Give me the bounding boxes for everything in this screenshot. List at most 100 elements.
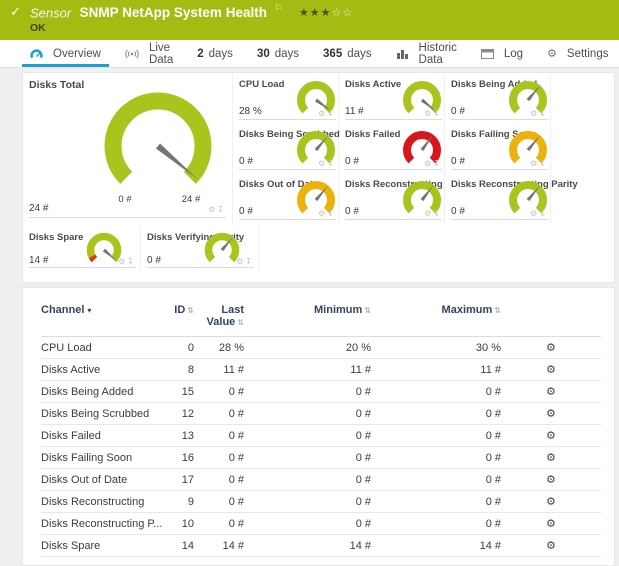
channel-settings-gear-icon[interactable]: ⚙ (546, 473, 556, 486)
channel-settings-gear-icon[interactable]: ⚙ (546, 495, 556, 508)
tab-365-days[interactable]: 365 days (311, 40, 383, 67)
pin-icon[interactable]: ↧ (245, 257, 252, 266)
pin-icon[interactable]: ↧ (127, 257, 134, 266)
gear-icon[interactable]: ⚙ (424, 159, 431, 168)
gauge-value: 0 # (239, 156, 253, 167)
sort-icon: ⇅ (494, 306, 501, 315)
table-row[interactable]: Disks Spare 14 14 # 14 # 14 # ⚙ (41, 535, 601, 557)
gear-icon[interactable]: ⚙ (530, 209, 537, 218)
gauge-value: 0 # (451, 106, 465, 117)
cell-channel: Disks Being Scrubbed (41, 403, 151, 425)
gear-icon[interactable]: ⚙ (118, 257, 125, 266)
cell-maximum: 11 # (371, 359, 501, 381)
tab-log[interactable]: Log (469, 40, 535, 67)
table-row[interactable]: Disks Reconstructing P... 10 0 # 0 # 0 #… (41, 513, 601, 535)
channel-settings-gear-icon[interactable]: ⚙ (546, 407, 556, 420)
gear-icon[interactable]: ⚙ (318, 109, 325, 118)
cell-minimum: 0 # (244, 403, 371, 425)
cell-maximum: 0 # (371, 425, 501, 447)
gauge-scale-max: 24 # (175, 194, 207, 205)
table-row[interactable]: Disks Active 8 11 # 11 # 11 # ⚙ (41, 359, 601, 381)
pin-icon[interactable]: ↧ (327, 209, 334, 218)
cell-channel: Disks Being Added (41, 381, 151, 403)
gauge-value: 24 # (29, 203, 48, 214)
table-row[interactable]: CPU Load 0 28 % 20 % 30 % ⚙ (41, 337, 601, 359)
col-header-maximum[interactable]: Maximum⇅ (371, 304, 501, 337)
ok-check-icon: ✓ (10, 5, 21, 20)
table-row[interactable]: Disks Out of Date 17 0 # 0 # 0 # ⚙ (41, 469, 601, 491)
cell-last-value: 0 # (194, 425, 244, 447)
pin-icon[interactable]: ↧ (433, 209, 440, 218)
tab-2-days[interactable]: 2 days (185, 40, 245, 67)
gauge-tile-disks-failing-soon: Disks Failing Soon 0 # ⚙↧ (445, 123, 551, 173)
gear-icon[interactable]: ⚙ (318, 159, 325, 168)
gear-icon[interactable]: ⚙ (424, 209, 431, 218)
gauge-title: Disks Active (345, 79, 401, 90)
gauge-value: 0 # (147, 255, 161, 266)
pin-icon[interactable]: ↧ (539, 109, 546, 118)
tab-settings[interactable]: ⚙ Settings (535, 40, 619, 67)
cell-channel: Disks Out of Date (41, 469, 151, 491)
tab-overview[interactable]: Overview (18, 40, 113, 67)
gear-icon[interactable]: ⚙ (318, 209, 325, 218)
cell-id: 12 (151, 403, 194, 425)
tab-30-days[interactable]: 30 days (245, 40, 311, 67)
gear-icon[interactable]: ⚙ (530, 109, 537, 118)
col-header-channel[interactable]: Channel▾ (41, 304, 151, 337)
cell-maximum: 0 # (371, 491, 501, 513)
sensor-status-text: OK (30, 22, 46, 34)
table-row[interactable]: Disks Failing Soon 16 0 # 0 # 0 # ⚙ (41, 447, 601, 469)
divider (239, 169, 336, 170)
divider (345, 219, 442, 220)
channel-settings-gear-icon[interactable]: ⚙ (546, 429, 556, 442)
sensor-status-band: ✓ Sensor SNMP NetApp System Health ⚐ ★★★… (0, 0, 619, 40)
gauge-title: Disks Spare (29, 232, 83, 243)
col-header-last-value[interactable]: Last Value⇅ (194, 304, 244, 337)
pin-icon[interactable]: ↧ (539, 159, 546, 168)
cell-last-value: 28 % (194, 337, 244, 359)
gauge-tile-disks-out-of-date: Disks Out of Date 0 # ⚙↧ (233, 173, 339, 223)
gear-icon[interactable]: ⚙ (208, 205, 215, 214)
pin-icon[interactable]: ↧ (433, 159, 440, 168)
cell-id: 0 (151, 337, 194, 359)
gear-icon[interactable]: ⚙ (530, 159, 537, 168)
sort-icon: ⇅ (187, 306, 194, 315)
table-row[interactable]: Disks Reconstructing 9 0 # 0 # 0 # ⚙ (41, 491, 601, 513)
table-row[interactable]: Disks Being Added 15 0 # 0 # 0 # ⚙ (41, 381, 601, 403)
gauge-tile-disks-total: Disks Total 0 # 24 # 24 # ⚙↧ (23, 73, 233, 226)
gauge-tile-disks-active: Disks Active 11 # ⚙↧ (339, 73, 445, 123)
channel-settings-gear-icon[interactable]: ⚙ (546, 517, 556, 530)
channel-settings-gear-icon[interactable]: ⚙ (546, 539, 556, 552)
priority-stars[interactable]: ★★★☆☆ (299, 6, 353, 19)
gauge-scale-min: 0 # (109, 194, 141, 205)
tab-live-data[interactable]: Live Data (113, 40, 185, 67)
cell-minimum: 0 # (244, 381, 371, 403)
divider (239, 219, 336, 220)
priority-flag-icon[interactable]: ⚐ (274, 4, 282, 14)
pin-icon[interactable]: ↧ (539, 209, 546, 218)
channel-settings-gear-icon[interactable]: ⚙ (546, 341, 556, 354)
col-header-id[interactable]: ID⇅ (151, 304, 194, 337)
cell-id: 9 (151, 491, 194, 513)
channel-settings-gear-icon[interactable]: ⚙ (546, 363, 556, 376)
cell-channel: Disks Spare (41, 535, 151, 557)
pin-icon[interactable]: ↧ (433, 109, 440, 118)
cell-maximum: 14 # (371, 535, 501, 557)
pin-icon[interactable]: ↧ (327, 109, 334, 118)
pin-icon[interactable]: ↧ (327, 159, 334, 168)
channel-settings-gear-icon[interactable]: ⚙ (546, 385, 556, 398)
gauge-value: 0 # (345, 206, 359, 217)
cell-minimum: 11 # (244, 359, 371, 381)
table-row[interactable]: Disks Being Scrubbed 12 0 # 0 # 0 # ⚙ (41, 403, 601, 425)
pin-icon[interactable]: ↧ (217, 205, 224, 214)
col-header-minimum[interactable]: Minimum⇅ (244, 304, 371, 337)
gauge-title: Disks Failed (345, 129, 400, 140)
cell-channel: Disks Reconstructing P... (41, 513, 151, 535)
table-row[interactable]: Disks Failed 13 0 # 0 # 0 # ⚙ (41, 425, 601, 447)
channel-settings-gear-icon[interactable]: ⚙ (546, 451, 556, 464)
divider (239, 119, 336, 120)
gear-icon[interactable]: ⚙ (424, 109, 431, 118)
gear-icon[interactable]: ⚙ (236, 257, 243, 266)
tab-historic-data[interactable]: Historic Data (384, 40, 469, 67)
cell-minimum: 14 # (244, 535, 371, 557)
